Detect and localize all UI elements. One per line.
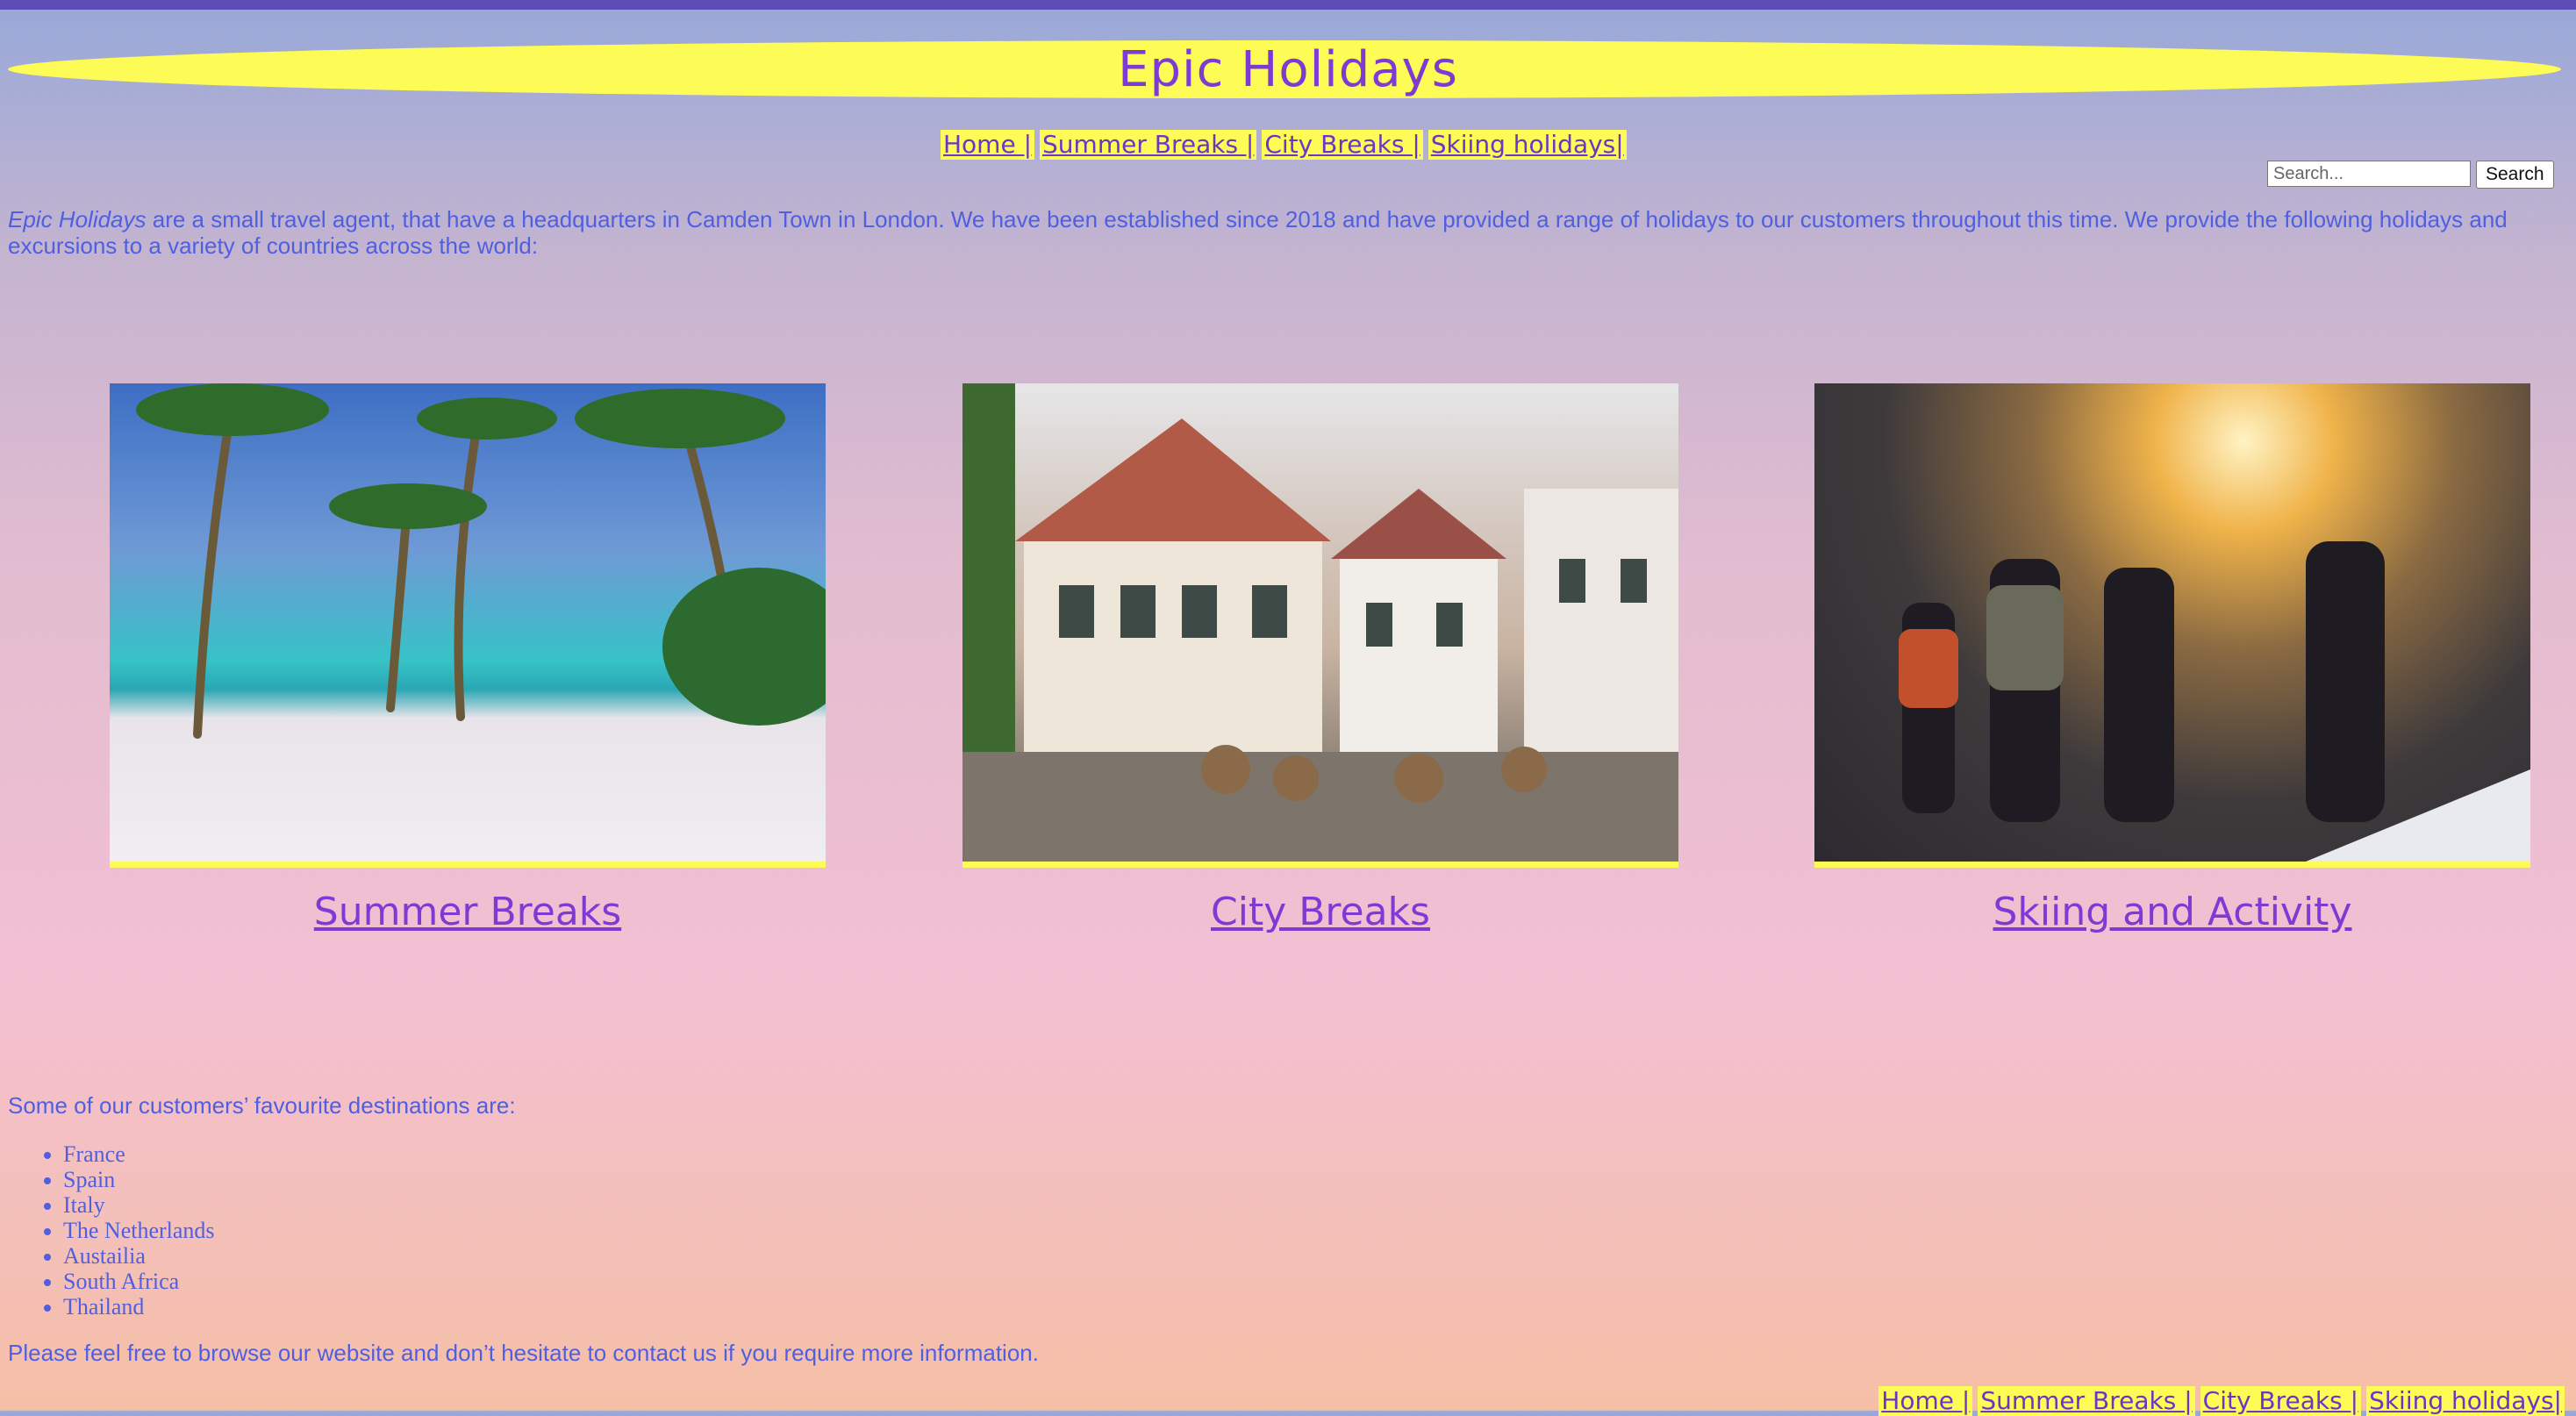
ski-photo[interactable]	[1814, 383, 2530, 868]
list-item: Thailand	[63, 1294, 215, 1319]
search-button[interactable]: Search	[2476, 161, 2554, 189]
nav-skiing-holidays-link[interactable]: Skiing holidays|	[1428, 130, 1627, 160]
skiing-activity-link[interactable]: Skiing and Activity	[1814, 890, 2530, 934]
footer-summer-breaks-link[interactable]: Summer Breaks |	[1978, 1386, 2195, 1416]
search-input[interactable]	[2267, 161, 2471, 187]
beach-photo[interactable]	[110, 383, 826, 868]
top-bar	[0, 0, 2576, 10]
top-nav: Home | Summer Breaks | City Breaks | Ski…	[941, 130, 1632, 160]
intro-brand: Epic Holidays	[8, 206, 147, 232]
summer-breaks-link[interactable]: Summer Breaks	[110, 890, 826, 934]
list-item: Spain	[63, 1167, 215, 1192]
city-breaks-link[interactable]: City Breaks	[962, 890, 1678, 934]
site-title: Epic Holidays	[1118, 41, 1458, 98]
intro-text: are a small travel agent, that have a he…	[8, 206, 2508, 259]
list-item: South Africa	[63, 1269, 215, 1294]
bottom-nav: Home | Summer Breaks | City Breaks | Ski…	[1878, 1386, 2565, 1416]
outro-paragraph: Please feel free to browse our website a…	[8, 1340, 1039, 1366]
city-photo[interactable]	[962, 383, 1678, 868]
destinations-list: France Spain Italy The Netherlands Austa…	[0, 1141, 215, 1319]
footer-city-breaks-link[interactable]: City Breaks |	[2200, 1386, 2362, 1416]
list-item: France	[63, 1141, 215, 1167]
city-breaks-card: City Breaks	[962, 383, 1678, 934]
intro-paragraph: Epic Holidays are a small travel agent, …	[8, 206, 2561, 259]
list-item: Italy	[63, 1192, 215, 1218]
footer-skiing-holidays-link[interactable]: Skiing holidays|	[2366, 1386, 2565, 1416]
nav-home-link[interactable]: Home |	[941, 130, 1035, 160]
destinations-label: Some of our customers’ favourite destina…	[8, 1092, 516, 1119]
summer-breaks-card: Summer Breaks	[110, 383, 826, 934]
list-item: The Netherlands	[63, 1218, 215, 1243]
skiing-card: Skiing and Activity	[1814, 383, 2530, 934]
nav-city-breaks-link[interactable]: City Breaks |	[1262, 130, 1423, 160]
footer-home-link[interactable]: Home |	[1878, 1386, 1973, 1416]
list-item: Austailia	[63, 1243, 215, 1269]
search-form: Search	[2267, 161, 2554, 189]
nav-summer-breaks-link[interactable]: Summer Breaks |	[1040, 130, 1257, 160]
